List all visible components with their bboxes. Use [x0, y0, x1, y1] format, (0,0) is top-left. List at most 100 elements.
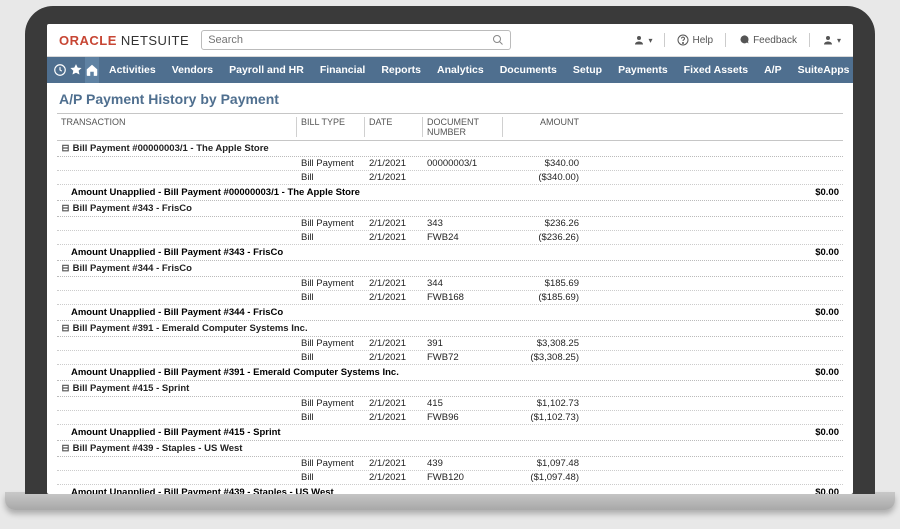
table-row: Bill Payment2/1/202100000003/1$340.00: [57, 157, 843, 171]
unapplied-row: Amount Unapplied - Bill Payment #344 - F…: [57, 305, 843, 321]
cell-date: 2/1/2021: [365, 292, 423, 303]
group-row[interactable]: ⊟ Bill Payment #344 - FrisCo: [57, 261, 843, 277]
table-row: Bill2/1/2021FWB120($1,097.48): [57, 471, 843, 485]
cell-date: 2/1/2021: [365, 398, 423, 409]
cell-date: 2/1/2021: [365, 472, 423, 483]
search-input[interactable]: [208, 34, 492, 46]
group-row[interactable]: ⊟ Bill Payment #439 - Staples - US West: [57, 441, 843, 457]
report-page: A/P Payment History by Payment TRANSACTI…: [47, 83, 853, 494]
cell-date: 2/1/2021: [365, 278, 423, 289]
feedback-link[interactable]: Feedback: [738, 34, 797, 46]
page-title: A/P Payment History by Payment: [57, 89, 843, 113]
nav-tab[interactable]: Setup: [565, 57, 610, 83]
unapplied-row: Amount Unapplied - Bill Payment #0000000…: [57, 185, 843, 201]
table-row: Bill Payment2/1/2021439$1,097.48: [57, 457, 843, 471]
global-search[interactable]: [201, 30, 511, 50]
cell-doc: 343: [423, 218, 503, 229]
collapse-icon[interactable]: ⊟: [61, 143, 70, 154]
nav-tab[interactable]: Vendors: [164, 57, 221, 83]
home-icon: [85, 63, 99, 77]
cell-doc: 00000003/1: [423, 158, 503, 169]
cell-billtype: Bill: [297, 472, 365, 483]
nav-tab[interactable]: Financial: [312, 57, 374, 83]
nav-favorites[interactable]: [69, 57, 83, 83]
table-row: Bill2/1/2021FWB96($1,102.73): [57, 411, 843, 425]
nav-tab[interactable]: Documents: [492, 57, 565, 83]
nav-tab[interactable]: Reports: [373, 57, 429, 83]
brand-logo: ORACLE NETSUITE: [59, 33, 189, 48]
table-row: Bill2/1/2021FWB24($236.26): [57, 231, 843, 245]
star-icon: [69, 63, 83, 77]
help-link[interactable]: Help: [677, 34, 713, 46]
role-switcher[interactable]: ▾: [633, 34, 652, 46]
nav-tab[interactable]: SuiteApps: [790, 57, 853, 83]
nav-tab[interactable]: Fixed Assets: [676, 57, 756, 83]
collapse-icon[interactable]: ⊟: [61, 263, 70, 274]
unapplied-row: Amount Unapplied - Bill Payment #343 - F…: [57, 245, 843, 261]
table-row: Bill2/1/2021($340.00): [57, 171, 843, 185]
nav-tab[interactable]: Activities: [101, 57, 164, 83]
nav-recent[interactable]: [53, 57, 67, 83]
table-body: ⊟ Bill Payment #00000003/1 - The Apple S…: [57, 141, 843, 494]
cell-amount: ($3,308.25): [503, 352, 583, 363]
cell-doc: 439: [423, 458, 503, 469]
cell-amount: ($340.00): [503, 172, 583, 183]
cell-doc: 344: [423, 278, 503, 289]
search-icon: [492, 34, 504, 46]
nav-home[interactable]: [85, 57, 99, 83]
brand-netsuite: NETSUITE: [121, 33, 189, 48]
table-row: Bill Payment2/1/2021415$1,102.73: [57, 397, 843, 411]
cell-amount: $340.00: [503, 158, 583, 169]
help-label: Help: [692, 35, 713, 46]
table-row: Bill Payment2/1/2021344$185.69: [57, 277, 843, 291]
nav-tab[interactable]: A/P: [756, 57, 790, 83]
nav-tab[interactable]: Payments: [610, 57, 676, 83]
col-transaction[interactable]: TRANSACTION: [57, 117, 297, 137]
unapplied-row: Amount Unapplied - Bill Payment #439 - S…: [57, 485, 843, 494]
cell-doc: FWB96: [423, 412, 503, 423]
cell-date: 2/1/2021: [365, 172, 423, 183]
cell-doc: FWB120: [423, 472, 503, 483]
cell-billtype: Bill: [297, 412, 365, 423]
col-docnum[interactable]: DOCUMENT NUMBER: [423, 117, 503, 137]
cell-date: 2/1/2021: [365, 158, 423, 169]
cell-doc: 391: [423, 338, 503, 349]
main-nav: ActivitiesVendorsPayroll and HRFinancial…: [47, 57, 853, 83]
group-row[interactable]: ⊟ Bill Payment #343 - FrisCo: [57, 201, 843, 217]
user-icon: [822, 34, 834, 46]
clock-icon: [53, 63, 67, 77]
col-date[interactable]: DATE: [365, 117, 423, 137]
feedback-icon: [738, 34, 750, 46]
col-billtype[interactable]: BILL TYPE: [297, 117, 365, 137]
nav-tab[interactable]: Payroll and HR: [221, 57, 312, 83]
table-row: Bill2/1/2021FWB168($185.69): [57, 291, 843, 305]
collapse-icon[interactable]: ⊟: [61, 323, 70, 334]
table-header: TRANSACTION BILL TYPE DATE DOCUMENT NUMB…: [57, 113, 843, 141]
cell-doc: FWB24: [423, 232, 503, 243]
cell-doc: FWB72: [423, 352, 503, 363]
group-row[interactable]: ⊟ Bill Payment #415 - Sprint: [57, 381, 843, 397]
cell-doc: FWB168: [423, 292, 503, 303]
person-icon: [633, 34, 645, 46]
nav-tab[interactable]: Analytics: [429, 57, 492, 83]
cell-amount: $185.69: [503, 278, 583, 289]
brand-oracle: ORACLE: [59, 33, 117, 48]
unapplied-row: Amount Unapplied - Bill Payment #415 - S…: [57, 425, 843, 441]
nav-tabs: ActivitiesVendorsPayroll and HRFinancial…: [101, 57, 853, 83]
cell-date: 2/1/2021: [365, 338, 423, 349]
topbar-right: ▾ Help Feedback ▾: [633, 33, 841, 47]
collapse-icon[interactable]: ⊟: [61, 443, 70, 454]
col-amount[interactable]: AMOUNT: [503, 117, 583, 137]
cell-billtype: Bill Payment: [297, 398, 365, 409]
help-icon: [677, 34, 689, 46]
cell-billtype: Bill Payment: [297, 338, 365, 349]
collapse-icon[interactable]: ⊟: [61, 383, 70, 394]
group-row[interactable]: ⊟ Bill Payment #00000003/1 - The Apple S…: [57, 141, 843, 157]
cell-billtype: Bill Payment: [297, 458, 365, 469]
feedback-label: Feedback: [753, 35, 797, 46]
cell-date: 2/1/2021: [365, 458, 423, 469]
group-row[interactable]: ⊟ Bill Payment #391 - Emerald Computer S…: [57, 321, 843, 337]
user-menu[interactable]: ▾: [822, 34, 841, 46]
cell-date: 2/1/2021: [365, 232, 423, 243]
collapse-icon[interactable]: ⊟: [61, 203, 70, 214]
